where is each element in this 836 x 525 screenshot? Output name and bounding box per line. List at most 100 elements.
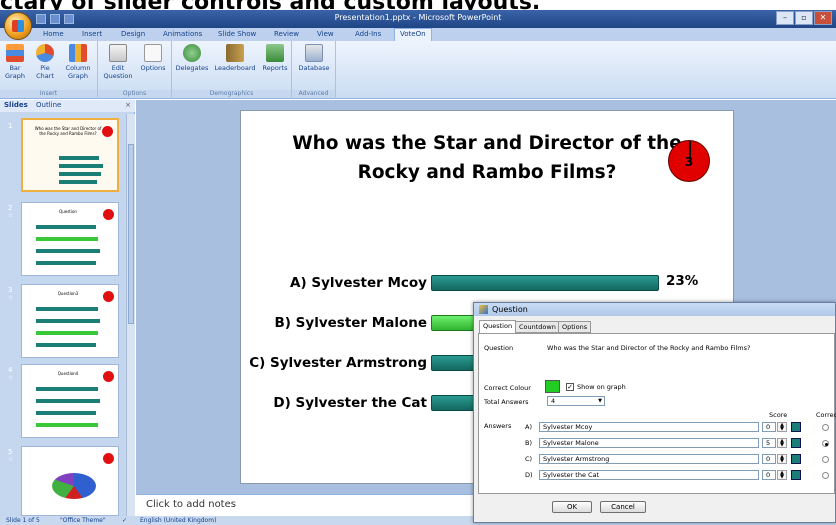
edit-question-button[interactable]: Edit Question: [102, 44, 134, 80]
status-language[interactable]: English (United Kingdom): [140, 517, 216, 524]
dialog-title-bar[interactable]: Question: [474, 303, 835, 316]
thumb-bar: [36, 319, 100, 323]
tab-slide-show[interactable]: Slide Show: [213, 29, 261, 39]
answers-label: Answers: [484, 422, 512, 430]
tab-options[interactable]: Options: [558, 321, 592, 333]
ok-button[interactable]: OK: [552, 501, 592, 513]
edit-question-icon: [109, 44, 127, 62]
slide-thumbnail-5[interactable]: [21, 446, 119, 516]
tab-voteon[interactable]: VoteOn: [394, 28, 432, 41]
maximize-button[interactable]: ▫: [795, 11, 813, 25]
thumb-bar: [36, 331, 98, 335]
colour-swatch-a[interactable]: [791, 422, 801, 432]
window-title: Presentation1.pptx - Microsoft PowerPoin…: [334, 13, 502, 22]
pie-chart-button[interactable]: Pie Chart: [33, 44, 57, 80]
tab-view[interactable]: View: [312, 29, 339, 39]
close-pane-icon[interactable]: ×: [125, 101, 131, 109]
reports-button[interactable]: Reports: [260, 44, 290, 72]
delegates-icon: [183, 44, 201, 62]
answer-field-a[interactable]: Sylvester Mcoy: [539, 422, 759, 432]
column-graph-button[interactable]: Column Graph: [63, 44, 93, 80]
colour-swatch-c[interactable]: [791, 454, 801, 464]
score-field-b[interactable]: 5: [762, 438, 776, 448]
thumb-bar: [59, 180, 97, 184]
column-graph-icon: [69, 44, 87, 62]
correct-radio-a[interactable]: [822, 424, 829, 431]
thumb-bar: [36, 225, 96, 229]
dialog-body: Question Who was the Star and Director o…: [478, 333, 836, 494]
answer-label-d: D) Sylvester the Cat: [273, 395, 427, 411]
thumb-bar: [59, 164, 103, 168]
score-field-c[interactable]: 0: [762, 454, 776, 464]
office-button[interactable]: [4, 12, 32, 40]
tab-outline[interactable]: Outline: [36, 101, 61, 109]
question-text[interactable]: Who was the Star and Director of the Roc…: [547, 344, 750, 352]
tab-design[interactable]: Design: [116, 29, 150, 39]
score-stepper-c[interactable]: ▲ ▼: [777, 454, 787, 464]
tab-add-ins[interactable]: Add-Ins: [350, 29, 386, 39]
bar-graph-icon: [6, 44, 24, 62]
bar-graph-button[interactable]: Bar Graph: [3, 44, 27, 80]
colour-swatch-b[interactable]: [791, 438, 801, 448]
answer-field-d[interactable]: Sylvester the Cat: [539, 470, 759, 480]
options-button[interactable]: Options: [138, 44, 168, 72]
slide-thumbnail-4[interactable]: Question4: [21, 364, 119, 438]
correct-radio-b[interactable]: [822, 440, 829, 447]
notes-placeholder: Click to add notes: [146, 499, 236, 510]
thumb-bar: [36, 423, 98, 427]
correct-radio-d[interactable]: [822, 472, 829, 479]
minimize-button[interactable]: –: [776, 11, 794, 25]
tab-home[interactable]: Home: [38, 29, 69, 39]
animation-star-icon: ☆: [8, 294, 14, 301]
total-answers-label: Total Answers: [484, 398, 529, 406]
scrollbar-thumb[interactable]: [128, 144, 134, 324]
thumb-bar: [59, 172, 101, 176]
delegates-button[interactable]: Delegates: [175, 44, 209, 72]
slide-title[interactable]: Who was the Star and Director of the Roc…: [271, 129, 703, 187]
slide-thumbnail-1[interactable]: Who was the Star and Director of the Roc…: [21, 118, 119, 192]
undo-icon[interactable]: [50, 14, 60, 24]
leaderboard-button[interactable]: Leaderboard: [212, 44, 258, 72]
show-on-graph-checkbox[interactable]: ✓: [566, 383, 574, 391]
tab-countdown[interactable]: Countdown: [515, 321, 560, 333]
save-icon[interactable]: [36, 14, 46, 24]
thumb-title: Question3: [57, 291, 79, 296]
tab-slides[interactable]: Slides: [4, 101, 28, 109]
tab-insert[interactable]: Insert: [77, 29, 107, 39]
thumb-bar: [36, 387, 98, 391]
score-stepper-b[interactable]: ▲ ▼: [777, 438, 787, 448]
answer-bar-a: [431, 275, 659, 291]
correct-colour-label: Correct Colour: [484, 384, 531, 392]
thumb-bar: [36, 237, 98, 241]
office-logo-icon: [12, 20, 24, 32]
answer-field-b[interactable]: Sylvester Malone: [539, 438, 759, 448]
correct-radio-c[interactable]: [822, 456, 829, 463]
score-stepper-a[interactable]: ▲ ▼: [777, 422, 787, 432]
close-button[interactable]: ✕: [814, 11, 832, 25]
tab-animations[interactable]: Animations: [158, 29, 207, 39]
slide-thumbnail-3[interactable]: Question3: [21, 284, 119, 358]
tab-question[interactable]: Question: [479, 320, 517, 334]
group-label: Insert: [0, 90, 97, 98]
score-stepper-d[interactable]: ▲ ▼: [777, 470, 787, 480]
colour-swatch-d[interactable]: [791, 470, 801, 480]
correct-colour-swatch[interactable]: [545, 380, 560, 393]
thumb-bar: [36, 343, 96, 347]
total-answers-select[interactable]: 4 ▼: [547, 396, 605, 406]
countdown-counter: 3: [668, 140, 710, 182]
slide-thumbnail-2[interactable]: Question: [21, 202, 119, 276]
slides-scrollbar[interactable]: [126, 114, 135, 516]
score-field-d[interactable]: 0: [762, 470, 776, 480]
thumb-bar: [36, 307, 98, 311]
score-header: Score: [769, 411, 788, 419]
answer-field-c[interactable]: Sylvester Armstrong: [539, 454, 759, 464]
group-advanced: Database Advanced: [292, 41, 336, 99]
group-label: Demographics: [172, 90, 291, 98]
tab-review[interactable]: Review: [269, 29, 304, 39]
spellcheck-icon[interactable]: ✓: [122, 517, 127, 524]
redo-icon[interactable]: [64, 14, 74, 24]
score-field-a[interactable]: 0: [762, 422, 776, 432]
database-button[interactable]: Database: [296, 44, 332, 72]
thumb-bar: [36, 249, 100, 253]
cancel-button[interactable]: Cancel: [600, 501, 646, 513]
